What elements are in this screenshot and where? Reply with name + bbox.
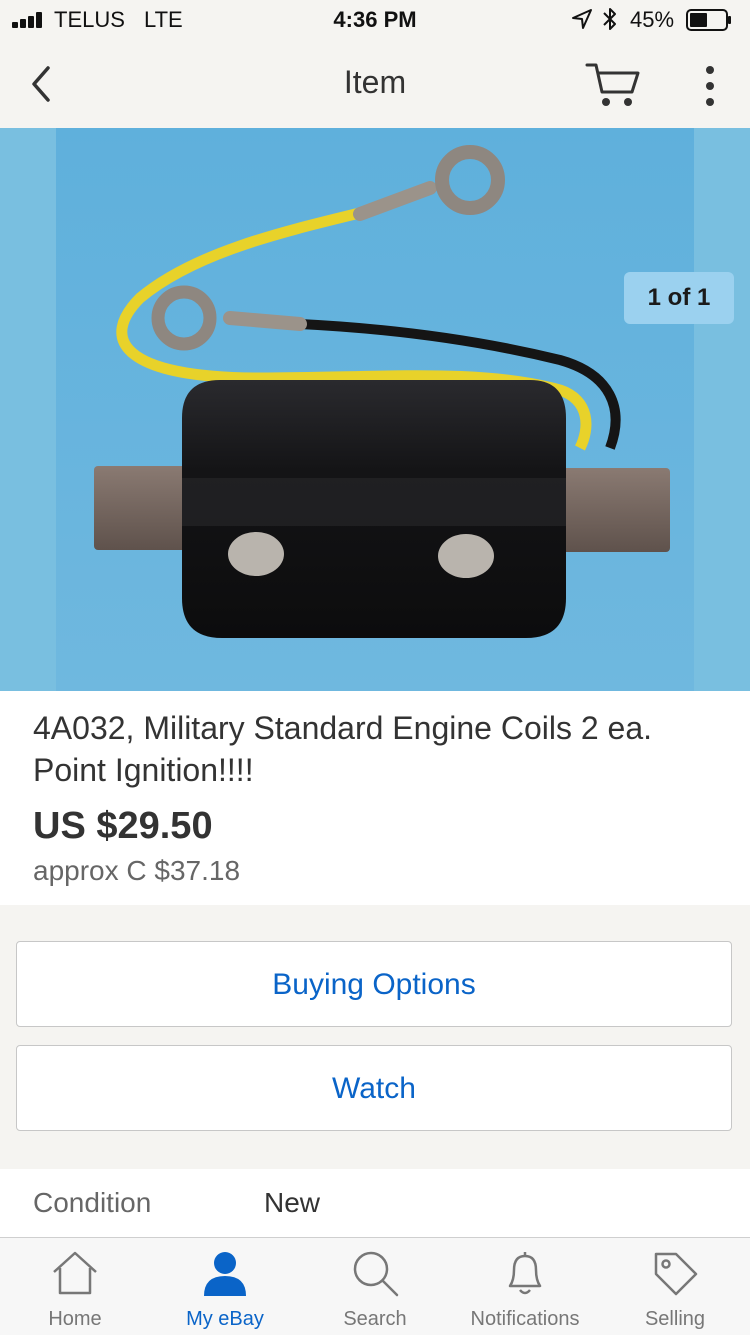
bell-icon — [508, 1252, 542, 1295]
product-image[interactable]: 1 of 1 — [0, 128, 750, 691]
approx-price: approx C $37.18 — [33, 855, 241, 886]
home-icon — [53, 1251, 97, 1295]
more-options-icon[interactable] — [690, 62, 730, 112]
watch-button[interactable]: Watch — [16, 1045, 732, 1131]
cart-icon[interactable] — [584, 60, 644, 112]
nav-bar: Item — [0, 40, 750, 129]
condition-value: New — [264, 1187, 321, 1218]
tab-notifications-label: Notifications — [470, 1308, 580, 1330]
image-counter: 1 of 1 — [624, 272, 734, 324]
tab-notifications[interactable]: Notifications — [450, 1238, 600, 1335]
tab-home-label: Home — [48, 1308, 102, 1330]
item-title: 4A032, Military Standard Engine Coils 2 … — [33, 710, 653, 788]
tab-selling[interactable]: Selling — [600, 1238, 750, 1335]
condition-row: Condition New — [0, 1169, 750, 1237]
tab-my-ebay-label: My eBay — [186, 1308, 264, 1330]
search-icon — [353, 1251, 399, 1297]
tab-my-ebay[interactable]: My eBay — [150, 1238, 300, 1335]
battery-percent: 45% — [630, 7, 675, 32]
condition-label: Condition — [33, 1187, 152, 1218]
status-bar: TELUS LTE 4:36 PM 45% — [0, 0, 750, 40]
item-info-panel: 4A032, Military Standard Engine Coils 2 … — [0, 691, 750, 905]
tag-icon — [654, 1252, 698, 1296]
item-price: US $29.50 — [33, 805, 213, 847]
person-icon — [204, 1252, 246, 1296]
tab-search-label: Search — [343, 1308, 407, 1330]
ignition-coil-photo — [0, 128, 750, 691]
tab-home[interactable]: Home — [0, 1238, 150, 1335]
buying-options-button[interactable]: Buying Options — [16, 941, 732, 1027]
tab-search[interactable]: Search — [300, 1238, 450, 1335]
location-arrow-icon — [572, 9, 592, 29]
tab-bar: Home My eBay Search Notifications Sellin… — [0, 1237, 750, 1335]
tab-selling-label: Selling — [644, 1308, 706, 1330]
battery-icon — [686, 9, 731, 31]
bluetooth-icon — [603, 8, 616, 30]
